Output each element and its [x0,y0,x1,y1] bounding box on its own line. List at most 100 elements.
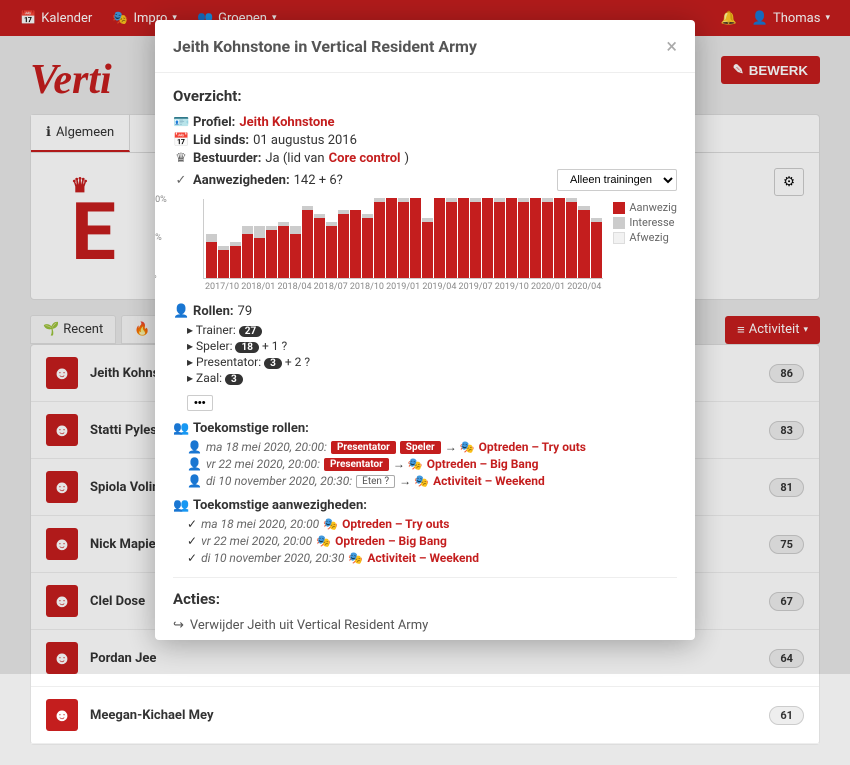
chart-bar [446,198,457,278]
id-icon: 🪪 [173,115,189,130]
chart-bar [326,222,337,278]
users-icon: 👥 [173,498,189,513]
upcoming-att-line: ✓vr 22 mei 2020, 20:00 🎭 Optreden – Big … [187,534,677,548]
chart-bar [518,198,529,278]
chart-bar [578,206,589,278]
lid-label: Lid sinds: [193,133,249,148]
legend-sw-aanwezig [613,202,625,214]
chart-x-labels: 2017/102018/012018/042018/072018/102019/… [203,282,603,292]
role-list: ▸ Trainer: 27 ▸ Speler: 18 + 1 ? ▸ Presen… [187,323,677,385]
chart-bar [362,214,373,278]
profiel-label: Profiel: [193,115,235,130]
crown-icon: ♛ [173,151,189,166]
user-icon: 👤 [187,457,202,471]
member-row[interactable]: ☻ Meegan-Kichael Mey 61 [31,687,819,744]
chart-bar [422,218,433,278]
y-tick-100: 100% [155,195,167,205]
chart-bar [374,198,385,278]
chart-bar [554,198,565,278]
core-control-link[interactable]: Core control [329,151,401,166]
check-icon: ✓ [173,173,189,188]
chart-bar [470,198,481,278]
chart-bar [591,218,602,278]
member-count: 61 [769,706,804,725]
filter-select[interactable]: Alleen trainingen [557,169,677,191]
legend-sw-interesse [613,217,625,229]
event-link[interactable]: Optreden – Try outs [479,440,586,454]
section-overzicht: Overzicht: [173,87,677,105]
aanwezig-value: 142 + 6? [294,173,343,188]
upcoming-att-line: ✓di 10 november 2020, 20:30 🎭 Activiteit… [187,551,677,565]
chart-bar [482,198,493,278]
event-link[interactable]: Activiteit – Weekend [367,551,479,565]
role-item: ▸ Speler: 18 + 1 ? [187,339,677,353]
chart-bar [218,246,229,278]
more-roles-button[interactable]: ••• [187,395,213,411]
chart-bar [206,234,217,278]
chart-bar [302,206,313,278]
role-item: ▸ Zaal: 3 [187,371,677,385]
lid-value: 01 augustus 2016 [253,133,357,148]
section-acties: Acties: [173,590,677,608]
chart-bar [494,198,505,278]
legend-sw-afwezig [613,232,625,244]
upcoming-attendance: ✓ma 18 mei 2020, 20:00 🎭 Optreden – Try … [187,517,677,565]
check-icon: ✓ [187,534,197,548]
upcoming-role-line: 👤vr 22 mei 2020, 20:00: Presentator → 🎭 … [187,457,677,471]
section-toekomstige-aanwezig: Toekomstige aanwezigheden: [193,498,367,513]
chart-bar [506,198,517,278]
chart-bar [254,226,265,278]
chart-bar [542,198,553,278]
upcoming-roles: 👤ma 18 mei 2020, 20:00: Presentator Spel… [187,440,677,488]
chart-bar [338,210,349,278]
remove-member-link[interactable]: ↪Verwijder Jeith uit Vertical Resident A… [173,618,677,633]
user-icon: 👤 [173,304,189,319]
y-tick-50: 50% [155,233,162,243]
check-icon: ✓ [187,551,197,565]
avatar: ☻ [46,699,78,731]
chart-bar [242,226,253,278]
role-item: ▸ Presentator: 3 + 2 ? [187,355,677,369]
aanwezig-label: Aanwezigheden: [193,173,290,188]
upcoming-role-line: 👤di 10 november 2020, 20:30: Eten ? → 🎭 … [187,474,677,488]
chart-bar [314,214,325,278]
y-tick-0: 0% [155,271,157,281]
exit-icon: ↪ [173,618,184,633]
chart-bar [278,222,289,278]
event-link[interactable]: Activiteit – Weekend [433,474,545,488]
modal-backdrop: Jeith Kohnstone in Vertical Resident Arm… [0,0,850,674]
event-link[interactable]: Optreden – Big Bang [335,534,447,548]
users-icon: 👥 [173,421,189,436]
upcoming-att-line: ✓ma 18 mei 2020, 20:00 🎭 Optreden – Try … [187,517,677,531]
chart-bar [230,242,241,278]
chart-bar [386,198,397,278]
chart-bar [530,198,541,278]
bestuurder-value: Ja (lid van [265,151,324,166]
chart-bar [434,198,445,278]
rollen-value: 79 [238,304,253,319]
close-icon[interactable]: × [666,34,677,58]
chart-legend: Aanwezig Interesse Afwezig [613,199,677,292]
chart-bar [410,198,421,278]
calendar-icon: 📅 [173,133,189,148]
user-icon: 👤 [187,440,202,454]
user-icon: 👤 [187,474,202,488]
chart-bar [266,226,277,278]
attendance-chart [203,199,603,279]
chart-bar [290,226,301,278]
upcoming-role-line: 👤ma 18 mei 2020, 20:00: Presentator Spel… [187,440,677,454]
rollen-label: Rollen: [193,304,234,319]
member-modal: Jeith Kohnstone in Vertical Resident Arm… [155,20,695,640]
check-icon: ✓ [187,517,197,531]
modal-title: Jeith Kohnstone in Vertical Resident Arm… [173,37,477,56]
chart-bar [398,198,409,278]
event-link[interactable]: Optreden – Try outs [342,517,449,531]
event-link[interactable]: Optreden – Big Bang [427,457,539,471]
chart-bar [458,198,469,278]
role-item: ▸ Trainer: 27 [187,323,677,337]
profile-link[interactable]: Jeith Kohnstone [239,115,334,130]
bestuurder-label: Bestuurder: [193,151,261,166]
chart-bar [350,210,361,278]
chart-bar [566,198,577,278]
member-name: Meegan-Kichael Mey [90,708,214,723]
